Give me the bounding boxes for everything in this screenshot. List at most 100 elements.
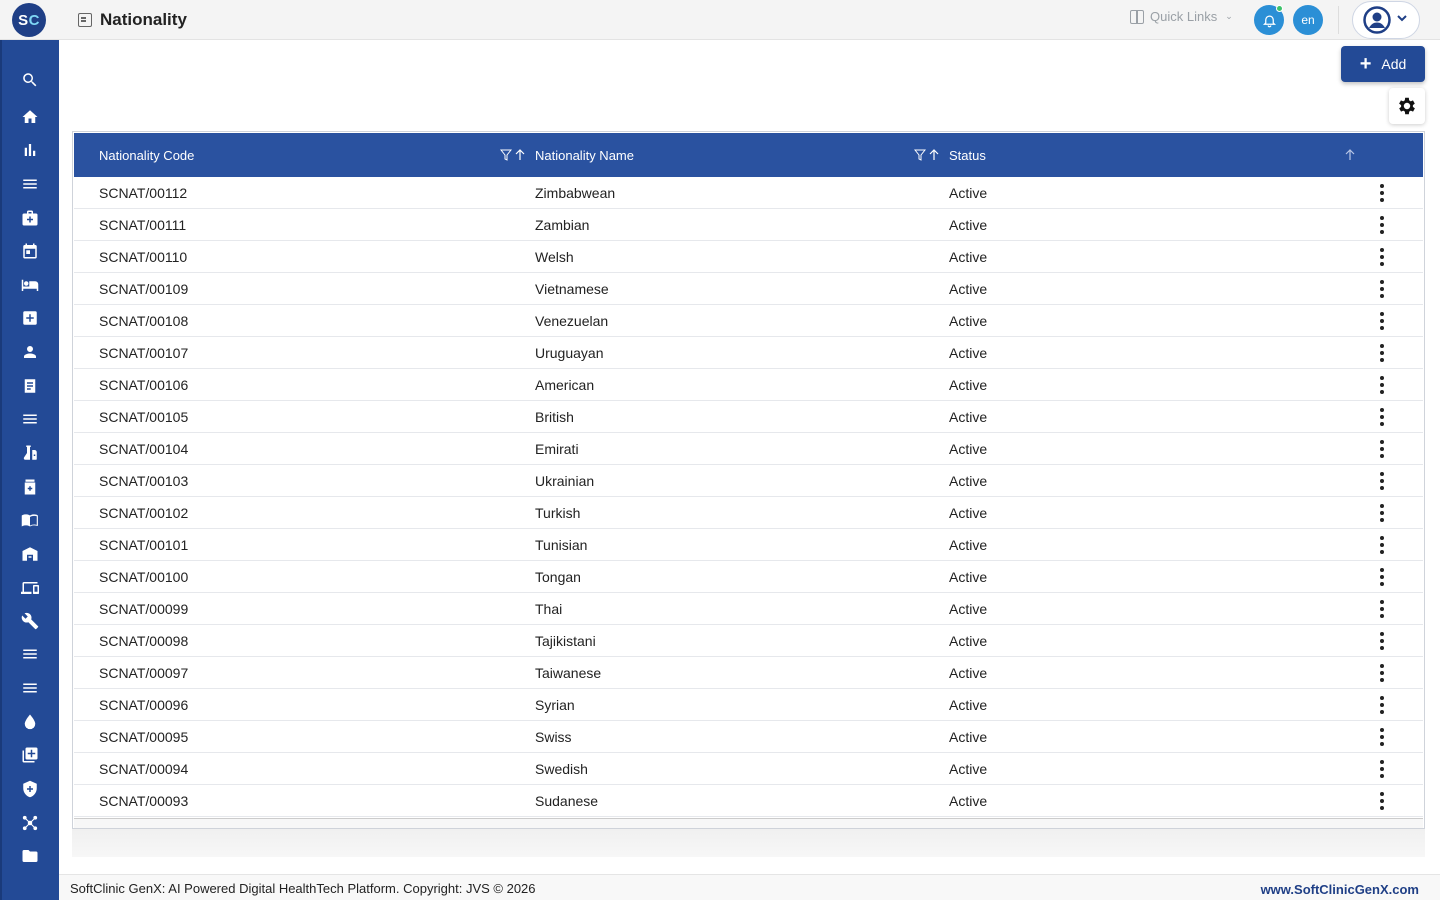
medical-bag-icon[interactable] — [20, 208, 40, 228]
home-icon[interactable] — [20, 107, 40, 127]
cell-nationality-code: SCNAT/00093 — [99, 793, 189, 809]
row-actions-kebab-icon[interactable] — [1372, 279, 1392, 299]
menu-icon[interactable] — [20, 644, 40, 664]
table-row[interactable]: SCNAT/00101 Tunisian Active — [74, 529, 1423, 561]
calendar-icon[interactable] — [20, 241, 40, 261]
lab-icon[interactable] — [20, 443, 40, 463]
footer-website-link[interactable]: www.SoftClinicGenX.com — [1261, 882, 1419, 897]
row-actions-kebab-icon[interactable] — [1372, 695, 1392, 715]
table-row[interactable]: SCNAT/00095 Swiss Active — [74, 721, 1423, 753]
kebab-dot — [1380, 191, 1384, 195]
table-row[interactable]: SCNAT/00102 Turkish Active — [74, 497, 1423, 529]
column-header-name[interactable]: Nationality Name — [535, 133, 634, 177]
kebab-dot — [1380, 518, 1384, 522]
language-button[interactable]: en — [1293, 5, 1323, 35]
receipt-icon[interactable] — [20, 376, 40, 396]
grid-settings-button[interactable] — [1389, 88, 1425, 124]
user-menu[interactable] — [1352, 1, 1420, 39]
book-icon[interactable] — [20, 510, 40, 530]
table-row[interactable]: SCNAT/00099 Thai Active — [74, 593, 1423, 625]
sort-arrow-up-icon[interactable] — [514, 149, 526, 161]
row-actions-kebab-icon[interactable] — [1372, 407, 1392, 427]
shield-icon[interactable] — [20, 779, 40, 799]
table-row[interactable]: SCNAT/00105 British Active — [74, 401, 1423, 433]
table-row[interactable]: SCNAT/00112 Zimbabwean Active — [74, 177, 1423, 209]
table-row[interactable]: SCNAT/00109 Vietnamese Active — [74, 273, 1423, 305]
row-actions-kebab-icon[interactable] — [1372, 503, 1392, 523]
kebab-dot — [1380, 696, 1384, 700]
pharmacy-icon[interactable] — [20, 477, 40, 497]
cell-status: Active — [949, 633, 988, 649]
row-actions-kebab-icon[interactable] — [1372, 311, 1392, 331]
kebab-dot — [1380, 511, 1384, 515]
row-actions-kebab-icon[interactable] — [1372, 247, 1392, 267]
row-actions-kebab-icon[interactable] — [1372, 727, 1392, 747]
table-row[interactable]: SCNAT/00107 Uruguayan Active — [74, 337, 1423, 369]
menu-icon[interactable] — [20, 678, 40, 698]
kebab-dot — [1380, 774, 1384, 778]
row-actions-kebab-icon[interactable] — [1372, 599, 1392, 619]
search-icon[interactable] — [20, 70, 40, 90]
row-actions-kebab-icon[interactable] — [1372, 567, 1392, 587]
row-actions-kebab-icon[interactable] — [1372, 791, 1392, 811]
cell-nationality-code: SCNAT/00099 — [99, 601, 189, 617]
table-row[interactable]: SCNAT/00110 Welsh Active — [74, 241, 1423, 273]
table-row[interactable]: SCNAT/00103 Ukrainian Active — [74, 465, 1423, 497]
table-row[interactable]: SCNAT/00098 Tajikistani Active — [74, 625, 1423, 657]
column-name-actions — [914, 133, 940, 177]
row-actions-kebab-icon[interactable] — [1372, 439, 1392, 459]
cell-nationality-code: SCNAT/00109 — [99, 281, 189, 297]
table-row[interactable]: SCNAT/00100 Tongan Active — [74, 561, 1423, 593]
horizontal-scrollbar[interactable] — [74, 818, 1423, 828]
table-row[interactable]: SCNAT/00106 American Active — [74, 369, 1423, 401]
row-actions-kebab-icon[interactable] — [1372, 215, 1392, 235]
column-header-code[interactable]: Nationality Code — [99, 133, 194, 177]
list-icon[interactable] — [20, 409, 40, 429]
person-icon[interactable] — [20, 342, 40, 362]
row-actions-kebab-icon[interactable] — [1372, 535, 1392, 555]
kebab-dot — [1380, 472, 1384, 476]
row-actions-kebab-icon[interactable] — [1372, 631, 1392, 651]
bar-chart-icon[interactable] — [20, 140, 40, 160]
row-actions-kebab-icon[interactable] — [1372, 663, 1392, 683]
column-header-status[interactable]: Status — [949, 133, 986, 177]
folder-icon[interactable] — [20, 846, 40, 866]
logo-letter-s: S — [18, 11, 29, 29]
row-actions-kebab-icon[interactable] — [1372, 183, 1392, 203]
kebab-dot — [1380, 646, 1384, 650]
add-library-icon[interactable] — [20, 745, 40, 765]
table-row[interactable]: SCNAT/00096 Syrian Active — [74, 689, 1423, 721]
wrench-icon[interactable] — [20, 611, 40, 631]
hospital-plus-icon[interactable] — [20, 308, 40, 328]
quick-links-dropdown[interactable]: Quick Links ⌄ — [1130, 9, 1233, 24]
row-actions-kebab-icon[interactable] — [1372, 471, 1392, 491]
table-row[interactable]: SCNAT/00104 Emirati Active — [74, 433, 1423, 465]
cell-status: Active — [949, 217, 988, 233]
filter-icon[interactable] — [914, 149, 926, 161]
table-row[interactable]: SCNAT/00111 Zambian Active — [74, 209, 1423, 241]
drop-icon[interactable] — [20, 712, 40, 732]
app-logo[interactable]: SC — [12, 3, 46, 37]
table-row[interactable]: SCNAT/00108 Venezuelan Active — [74, 305, 1423, 337]
table-row[interactable]: SCNAT/00094 Swedish Active — [74, 753, 1423, 785]
table-row[interactable]: SCNAT/00097 Taiwanese Active — [74, 657, 1423, 689]
cell-nationality-code: SCNAT/00112 — [99, 185, 188, 201]
row-actions-kebab-icon[interactable] — [1372, 343, 1392, 363]
menu-icon[interactable] — [20, 174, 40, 194]
kebab-dot — [1380, 799, 1384, 803]
add-button[interactable]: + Add — [1341, 46, 1425, 82]
devices-icon[interactable] — [20, 578, 40, 598]
row-actions-kebab-icon[interactable] — [1372, 375, 1392, 395]
warehouse-icon[interactable] — [20, 544, 40, 564]
cell-status: Active — [949, 249, 988, 265]
cell-nationality-code: SCNAT/00106 — [99, 377, 189, 393]
bed-icon[interactable] — [20, 275, 40, 295]
hub-icon[interactable] — [20, 813, 40, 833]
sort-arrow-up-icon[interactable] — [1344, 149, 1356, 161]
row-actions-kebab-icon[interactable] — [1372, 759, 1392, 779]
sort-arrow-up-icon[interactable] — [928, 149, 940, 161]
bell-icon — [1262, 15, 1276, 27]
filter-icon[interactable] — [500, 149, 512, 161]
kebab-dot — [1380, 255, 1384, 259]
table-row[interactable]: SCNAT/00093 Sudanese Active — [74, 785, 1423, 817]
